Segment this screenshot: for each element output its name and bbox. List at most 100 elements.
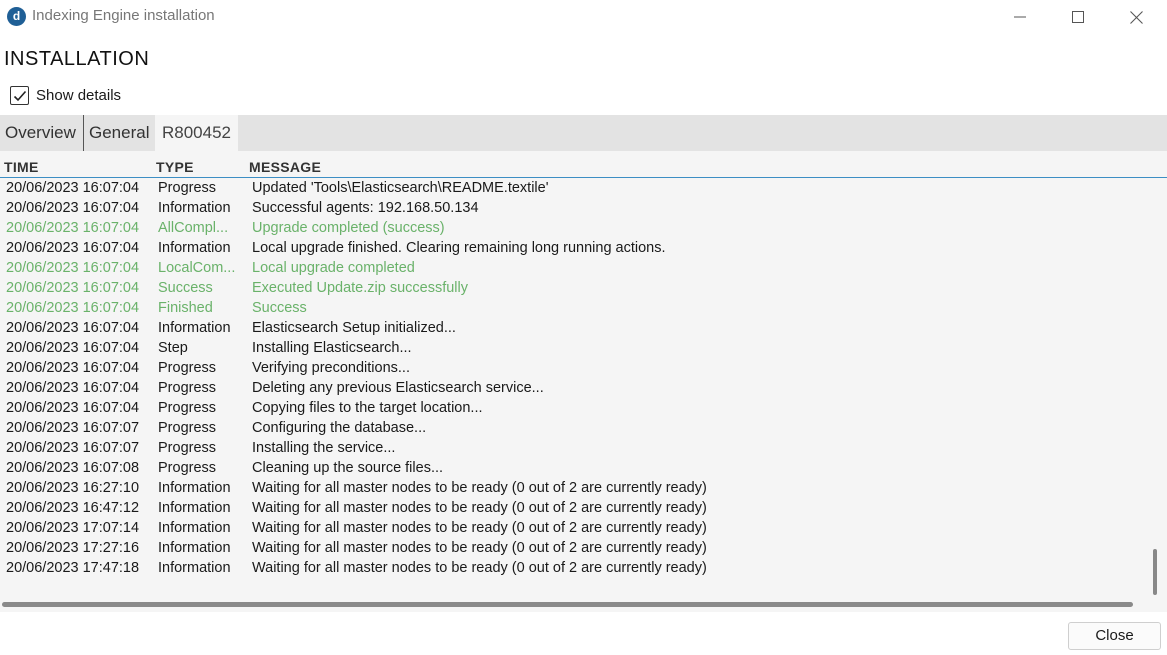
row-message: Verifying preconditions... [252,360,410,376]
row-type: Step [158,340,188,356]
table-row[interactable]: 20/06/2023 16:07:04 Progress Copying files… [0,398,1150,418]
row-time: 20/06/2023 16:27:10 [6,480,140,496]
row-time: 20/06/2023 16:07:04 [6,240,140,256]
table-row[interactable]: 20/06/2023 16:07:04 Progress Updated 'Tool… [0,178,1150,198]
row-time: 20/06/2023 16:07:04 [6,400,140,416]
column-headers: TIME TYPE MESSAGE [0,151,1167,178]
row-time: 20/06/2023 16:07:04 [6,380,140,396]
table-row[interactable]: 20/06/2023 16:07:04 LocalCom... Local upgr… [0,258,1150,278]
row-time: 20/06/2023 16:07:04 [6,360,140,376]
table-row[interactable]: 20/06/2023 16:07:04 Information Elasticsea… [0,318,1150,338]
column-header-message[interactable]: MESSAGE [249,159,321,175]
minimize-button[interactable] [991,0,1049,34]
table-row[interactable]: 20/06/2023 17:47:18 Information Waiting fo… [0,558,1150,578]
row-message: Cleaning up the source files... [252,460,444,476]
row-message: Copying files to the target location... [252,400,483,416]
row-time: 20/06/2023 16:07:07 [6,440,140,456]
row-type: LocalCom... [158,260,236,276]
horizontal-scrollbar[interactable] [2,602,1133,607]
maximize-button[interactable] [1049,0,1107,34]
row-message: Waiting for all master nodes to be ready… [252,480,707,496]
vertical-scrollbar[interactable] [1153,549,1157,595]
close-button[interactable]: Close [1068,622,1161,650]
table-row[interactable]: 20/06/2023 17:27:16 Information Waiting fo… [0,538,1150,558]
row-type: Information [158,500,231,516]
log-list[interactable]: TIME TYPE MESSAGE 20/06/2023 16:07:04 Pro… [0,151,1167,612]
row-message: Installing Elasticsearch... [252,340,412,356]
show-details-checkbox[interactable] [10,86,29,105]
row-type: Progress [158,380,217,396]
tab-r800452[interactable]: R800452 [155,115,238,151]
row-message: Success [252,300,307,316]
column-header-type[interactable]: TYPE [156,159,194,175]
row-type: Information [158,520,231,536]
log-rows: 20/06/2023 16:07:04 Progress Updated 'Tool… [0,178,1150,578]
row-type: AllCompl... [158,220,229,236]
row-time: 20/06/2023 16:07:08 [6,460,140,476]
row-message: Local upgrade finished. Clearing remaini… [252,240,666,256]
table-row[interactable]: 20/06/2023 16:07:04 Success Executed Updat… [0,278,1150,298]
row-message: Deleting any previous Elasticsearch serv… [252,380,544,396]
show-details-toggle[interactable]: Show details [10,86,121,105]
row-time: 20/06/2023 17:07:14 [6,520,140,536]
page-title: INSTALLATION [4,48,150,70]
checkmark-icon [13,90,26,101]
minimize-icon [1014,16,1026,18]
row-time: 20/06/2023 16:07:04 [6,220,140,236]
close-icon [1129,10,1143,24]
maximize-icon [1072,11,1084,23]
row-type: Progress [158,440,217,456]
row-time: 20/06/2023 16:07:04 [6,180,140,196]
row-time: 20/06/2023 16:47:12 [6,500,140,516]
table-row[interactable]: 20/06/2023 16:27:10 Information Waiting fo… [0,478,1150,498]
row-type: Progress [158,400,217,416]
row-type: Progress [158,360,217,376]
row-time: 20/06/2023 16:07:04 [6,320,140,336]
row-type: Information [158,240,231,256]
row-type: Progress [158,180,217,196]
row-message: Successful agents: 192.168.50.134 [252,200,479,216]
table-row[interactable]: 20/06/2023 16:07:04 Information Local upgr… [0,238,1150,258]
row-message: Waiting for all master nodes to be ready… [252,540,707,556]
row-message: Waiting for all master nodes to be ready… [252,560,707,576]
tab-bar: Overview General R800452 [0,115,1167,151]
table-row[interactable]: 20/06/2023 17:07:14 Information Waiting fo… [0,518,1150,538]
row-message: Updated 'Tools\Elasticsearch\README.text… [252,180,549,196]
row-time: 20/06/2023 16:07:07 [6,420,140,436]
table-row[interactable]: 20/06/2023 16:07:04 Progress Verifying pre… [0,358,1150,378]
table-row[interactable]: 20/06/2023 16:07:07 Progress Installing th… [0,438,1150,458]
row-message: Waiting for all master nodes to be ready… [252,500,707,516]
row-type: Information [158,480,231,496]
table-row[interactable]: 20/06/2023 16:07:04 Information Successful… [0,198,1150,218]
row-message: Elasticsearch Setup initialized... [252,320,456,336]
row-time: 20/06/2023 16:07:04 [6,340,140,356]
row-type: Progress [158,460,217,476]
row-message: Waiting for all master nodes to be ready… [252,520,707,536]
table-row[interactable]: 20/06/2023 16:07:07 Progress Configuring t… [0,418,1150,438]
tab-overview[interactable]: Overview [0,115,82,151]
table-row[interactable]: 20/06/2023 16:07:04 Progress Deleting any … [0,378,1150,398]
row-message: Executed Update.zip successfully [252,280,468,296]
row-message: Installing the service... [252,440,396,456]
tab-general[interactable]: General [83,115,155,151]
window-title: Indexing Engine installation [32,7,215,24]
table-row[interactable]: 20/06/2023 16:47:12 Information Waiting fo… [0,498,1150,518]
row-type: Finished [158,300,213,316]
window-close-button[interactable] [1107,0,1165,34]
table-row[interactable]: 20/06/2023 16:07:04 Step Installing Elasti… [0,338,1150,358]
column-header-time[interactable]: TIME [4,159,39,175]
row-time: 20/06/2023 17:27:16 [6,540,140,556]
row-type: Information [158,320,231,336]
table-row[interactable]: 20/06/2023 16:07:08 Progress Cleaning up t… [0,458,1150,478]
row-message: Configuring the database... [252,420,427,436]
row-type: Information [158,560,231,576]
title-bar: d Indexing Engine installation [0,0,1167,34]
row-message: Local upgrade completed [252,260,415,276]
show-details-label: Show details [36,87,122,104]
table-row[interactable]: 20/06/2023 16:07:04 AllCompl... Upgrade co… [0,218,1150,238]
row-time: 20/06/2023 16:07:04 [6,200,140,216]
row-type: Information [158,540,231,556]
table-row[interactable]: 20/06/2023 16:07:04 Finished Success [0,298,1150,318]
row-time: 20/06/2023 17:47:18 [6,560,140,576]
row-message: Upgrade completed (success) [252,220,445,236]
